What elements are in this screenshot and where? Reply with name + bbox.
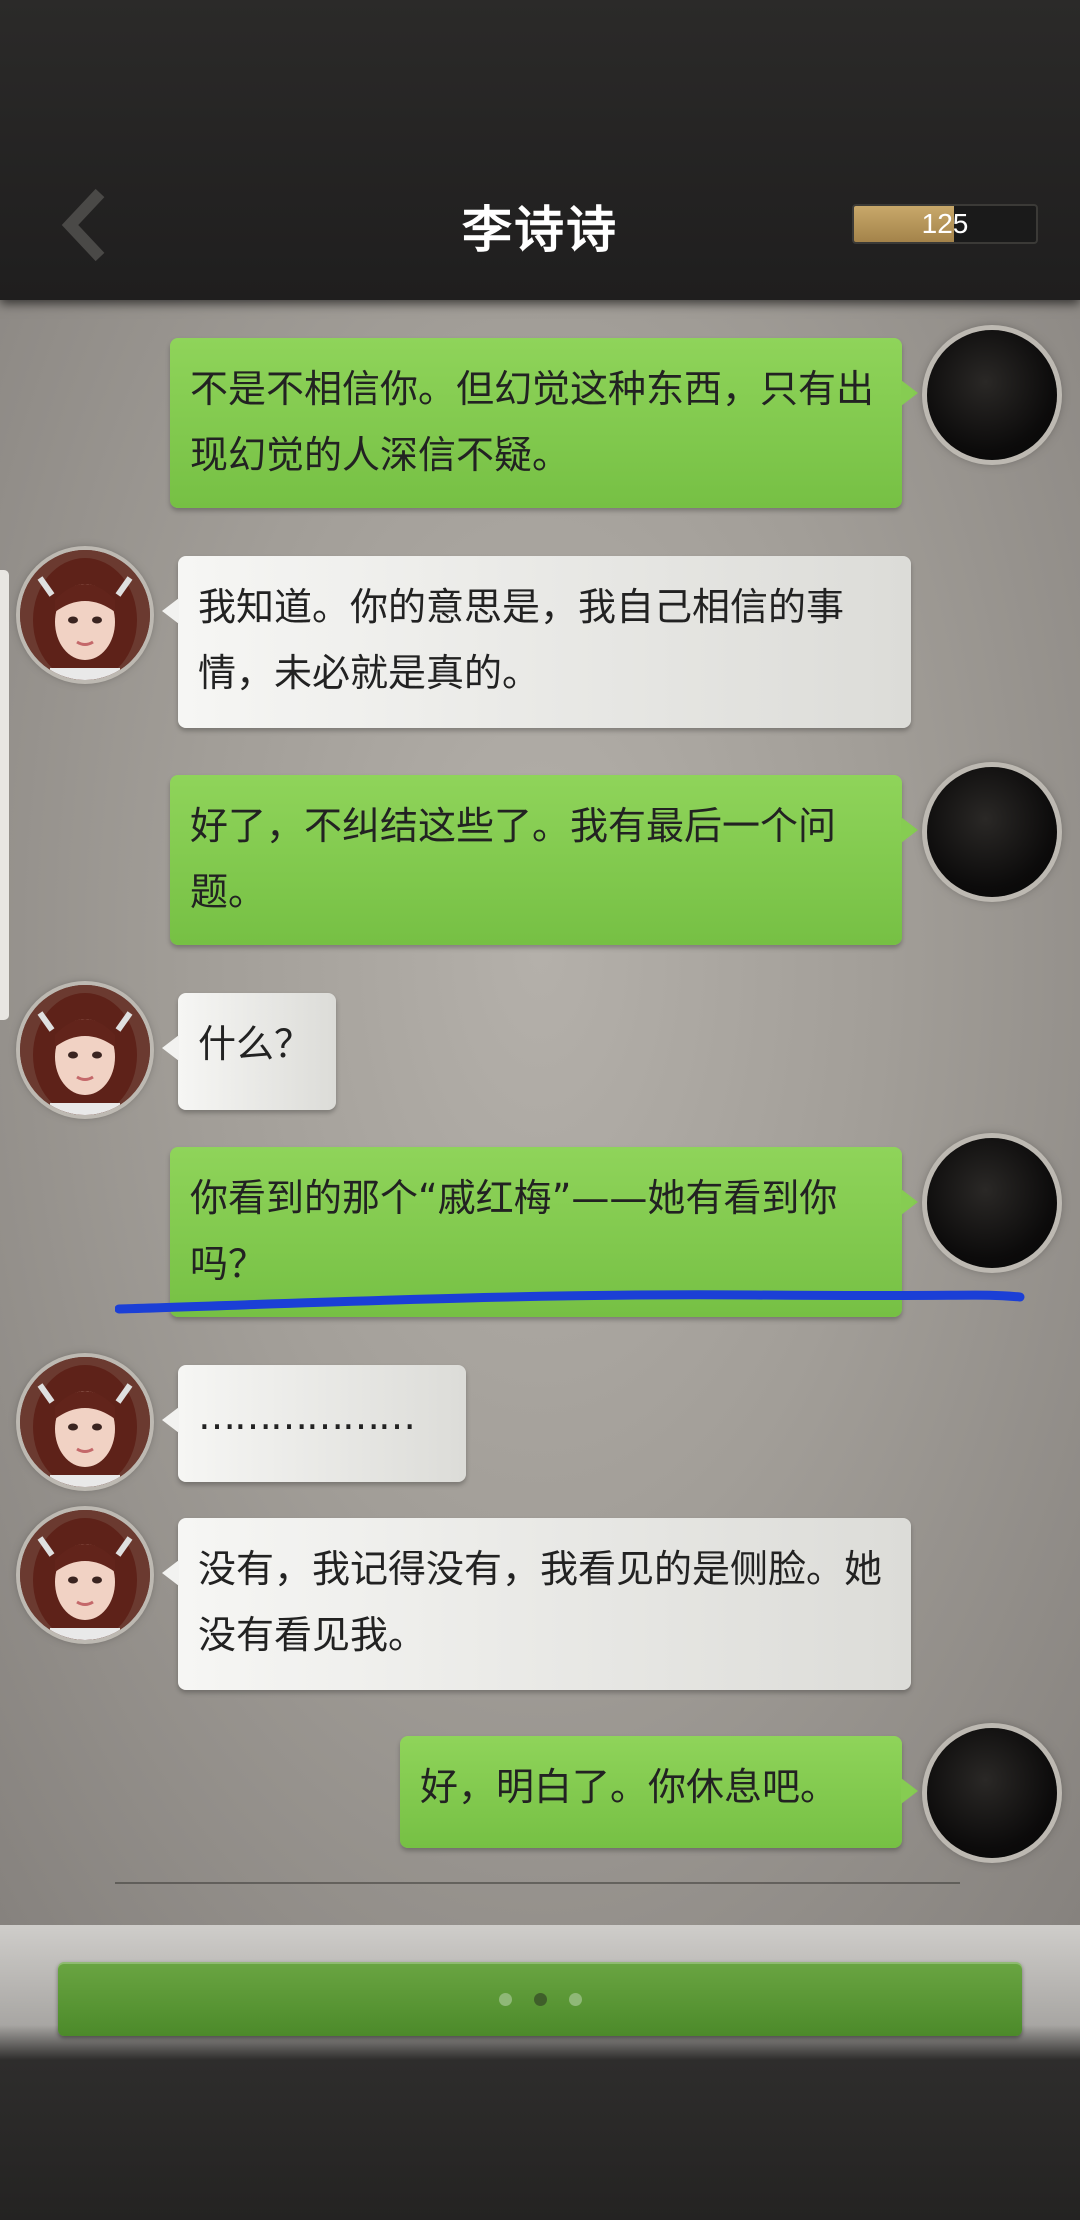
npc-message: 什么？: [162, 993, 336, 1110]
pager-dot: [568, 1992, 582, 2006]
message-text: 没有，我记得没有，我看见的是侧脸。她没有看见我。: [198, 1547, 883, 1657]
pager-dot: [498, 1992, 512, 2006]
player-avatar: [927, 1138, 1057, 1268]
score-meter: 125: [852, 204, 1038, 244]
message-text: 不是不相信你。但幻觉这种东西，只有出现幻觉的人深信不疑。: [190, 367, 875, 477]
player-avatar: [927, 1728, 1057, 1858]
chat-area[interactable]: 不是不相信你。但幻觉这种东西，只有出现幻觉的人深信不疑。 我知道。你的意思是，我…: [0, 300, 1080, 1925]
girl-portrait-icon: [20, 1357, 150, 1487]
girl-portrait-icon: [20, 985, 150, 1115]
player-message: 不是不相信你。但幻觉这种东西，只有出现幻觉的人深信不疑。: [170, 338, 918, 508]
message-text: ………………: [198, 1394, 416, 1438]
blue-underline-annotation: [115, 1290, 1025, 1314]
npc-avatar[interactable]: [20, 1357, 150, 1487]
message-text: 好了，不纠结这些了。我有最后一个问题。: [190, 804, 837, 914]
npc-avatar[interactable]: [20, 550, 150, 680]
npc-message: 我知道。你的意思是，我自己相信的事情，未必就是真的。: [162, 556, 911, 728]
pager-dot: [533, 1992, 547, 2006]
top-bar: 李诗诗 125: [0, 0, 1080, 300]
girl-portrait-icon: [20, 1510, 150, 1640]
continue-button[interactable]: [58, 1962, 1022, 2036]
bottom-panel: [0, 1925, 1080, 2220]
player-message: 好，明白了。你休息吧。: [400, 1736, 918, 1848]
message-text: 好，明白了。你休息吧。: [420, 1765, 839, 1809]
player-message: 好了，不纠结这些了。我有最后一个问题。: [170, 775, 918, 945]
side-pull-tab[interactable]: [0, 570, 9, 1020]
chat-end-divider: [115, 1882, 960, 1884]
npc-message: 没有，我记得没有，我看见的是侧脸。她没有看见我。: [162, 1518, 911, 1690]
message-text: 什么？: [198, 1022, 313, 1066]
npc-avatar[interactable]: [20, 985, 150, 1115]
npc-avatar[interactable]: [20, 1510, 150, 1640]
girl-portrait-icon: [20, 550, 150, 680]
message-text: 你看到的那个“戚红梅”——她有看到你吗？: [190, 1176, 838, 1286]
player-avatar: [927, 330, 1057, 460]
message-text: 我知道。你的意思是，我自己相信的事情，未必就是真的。: [198, 585, 845, 695]
score-value: 125: [921, 208, 969, 239]
player-avatar: [927, 767, 1057, 897]
npc-message: ………………: [162, 1365, 466, 1482]
